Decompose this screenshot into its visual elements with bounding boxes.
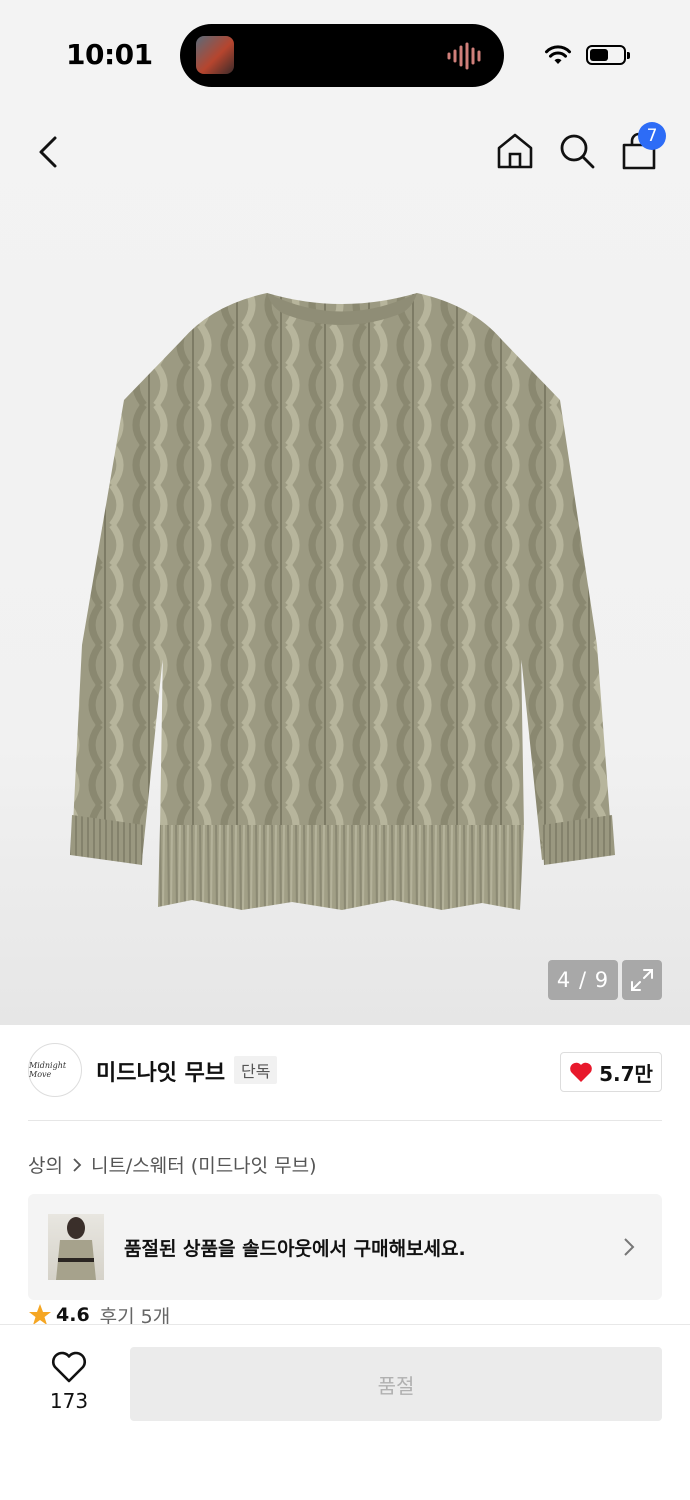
product-image bbox=[70, 293, 615, 910]
audio-waveform-icon bbox=[447, 42, 481, 70]
brand-name[interactable]: 미드나잇 무브 bbox=[96, 1055, 225, 1087]
now-playing-artwork bbox=[196, 36, 234, 74]
cart-count-badge: 7 bbox=[638, 122, 666, 150]
wishlist-count: 173 bbox=[49, 1389, 89, 1413]
breadcrumb-item-top[interactable]: 상의 bbox=[28, 1151, 63, 1178]
dynamic-island[interactable] bbox=[180, 24, 504, 87]
expand-icon bbox=[631, 969, 653, 991]
breadcrumb-item-category[interactable]: 니트/스웨터 (미드나잇 무브) bbox=[91, 1151, 317, 1178]
exclusive-badge: 단독 bbox=[234, 1056, 278, 1084]
status-icons bbox=[544, 42, 630, 68]
search-icon bbox=[560, 134, 595, 169]
brand-logo[interactable]: Midnight Move bbox=[28, 1043, 82, 1097]
battery-icon bbox=[586, 45, 630, 65]
back-button[interactable] bbox=[28, 128, 68, 176]
image-counter: 4 / 9 bbox=[548, 960, 618, 1000]
home-button[interactable] bbox=[494, 130, 536, 172]
banner-text: 품절된 상품을 솔드아웃에서 구매해보세요. bbox=[124, 1238, 466, 1260]
home-icon bbox=[497, 133, 533, 169]
rating-value: 4.6 bbox=[56, 1304, 90, 1326]
soldout-button[interactable]: 품절 bbox=[130, 1347, 662, 1421]
status-bar: 10:01 bbox=[0, 0, 690, 100]
brand-like-count: 5.7만 bbox=[599, 1061, 653, 1086]
chevron-right-icon bbox=[624, 1238, 635, 1256]
breadcrumb: 상의 니트/스웨터 (미드나잇 무브) bbox=[28, 1151, 317, 1178]
wishlist-button[interactable]: 173 bbox=[38, 1349, 100, 1415]
wifi-icon bbox=[545, 45, 571, 64]
banner-thumbnail bbox=[48, 1214, 104, 1280]
chevron-right-icon bbox=[73, 1157, 82, 1172]
heart-outline-icon bbox=[52, 1351, 86, 1383]
brand-row[interactable]: Midnight Move 미드나잇 무브 단독 5.7만 bbox=[28, 1043, 662, 1099]
back-icon bbox=[39, 136, 57, 168]
cart-button[interactable]: 7 bbox=[618, 122, 666, 172]
expand-button[interactable] bbox=[622, 960, 662, 1000]
divider bbox=[28, 1120, 662, 1121]
status-time: 10:01 bbox=[66, 38, 153, 71]
product-image-gallery[interactable]: 7 4 / 9 bbox=[0, 100, 690, 1025]
brand-logo-text: Midnight Move bbox=[29, 1061, 67, 1079]
brand-like-button[interactable]: 5.7만 bbox=[560, 1052, 662, 1092]
search-button[interactable] bbox=[556, 130, 598, 172]
heart-filled-icon bbox=[570, 1062, 592, 1082]
soldout-promo-banner[interactable]: 품절된 상품을 솔드아웃에서 구매해보세요. bbox=[28, 1194, 662, 1300]
bottom-action-bar: 173 품절 bbox=[0, 1324, 690, 1500]
